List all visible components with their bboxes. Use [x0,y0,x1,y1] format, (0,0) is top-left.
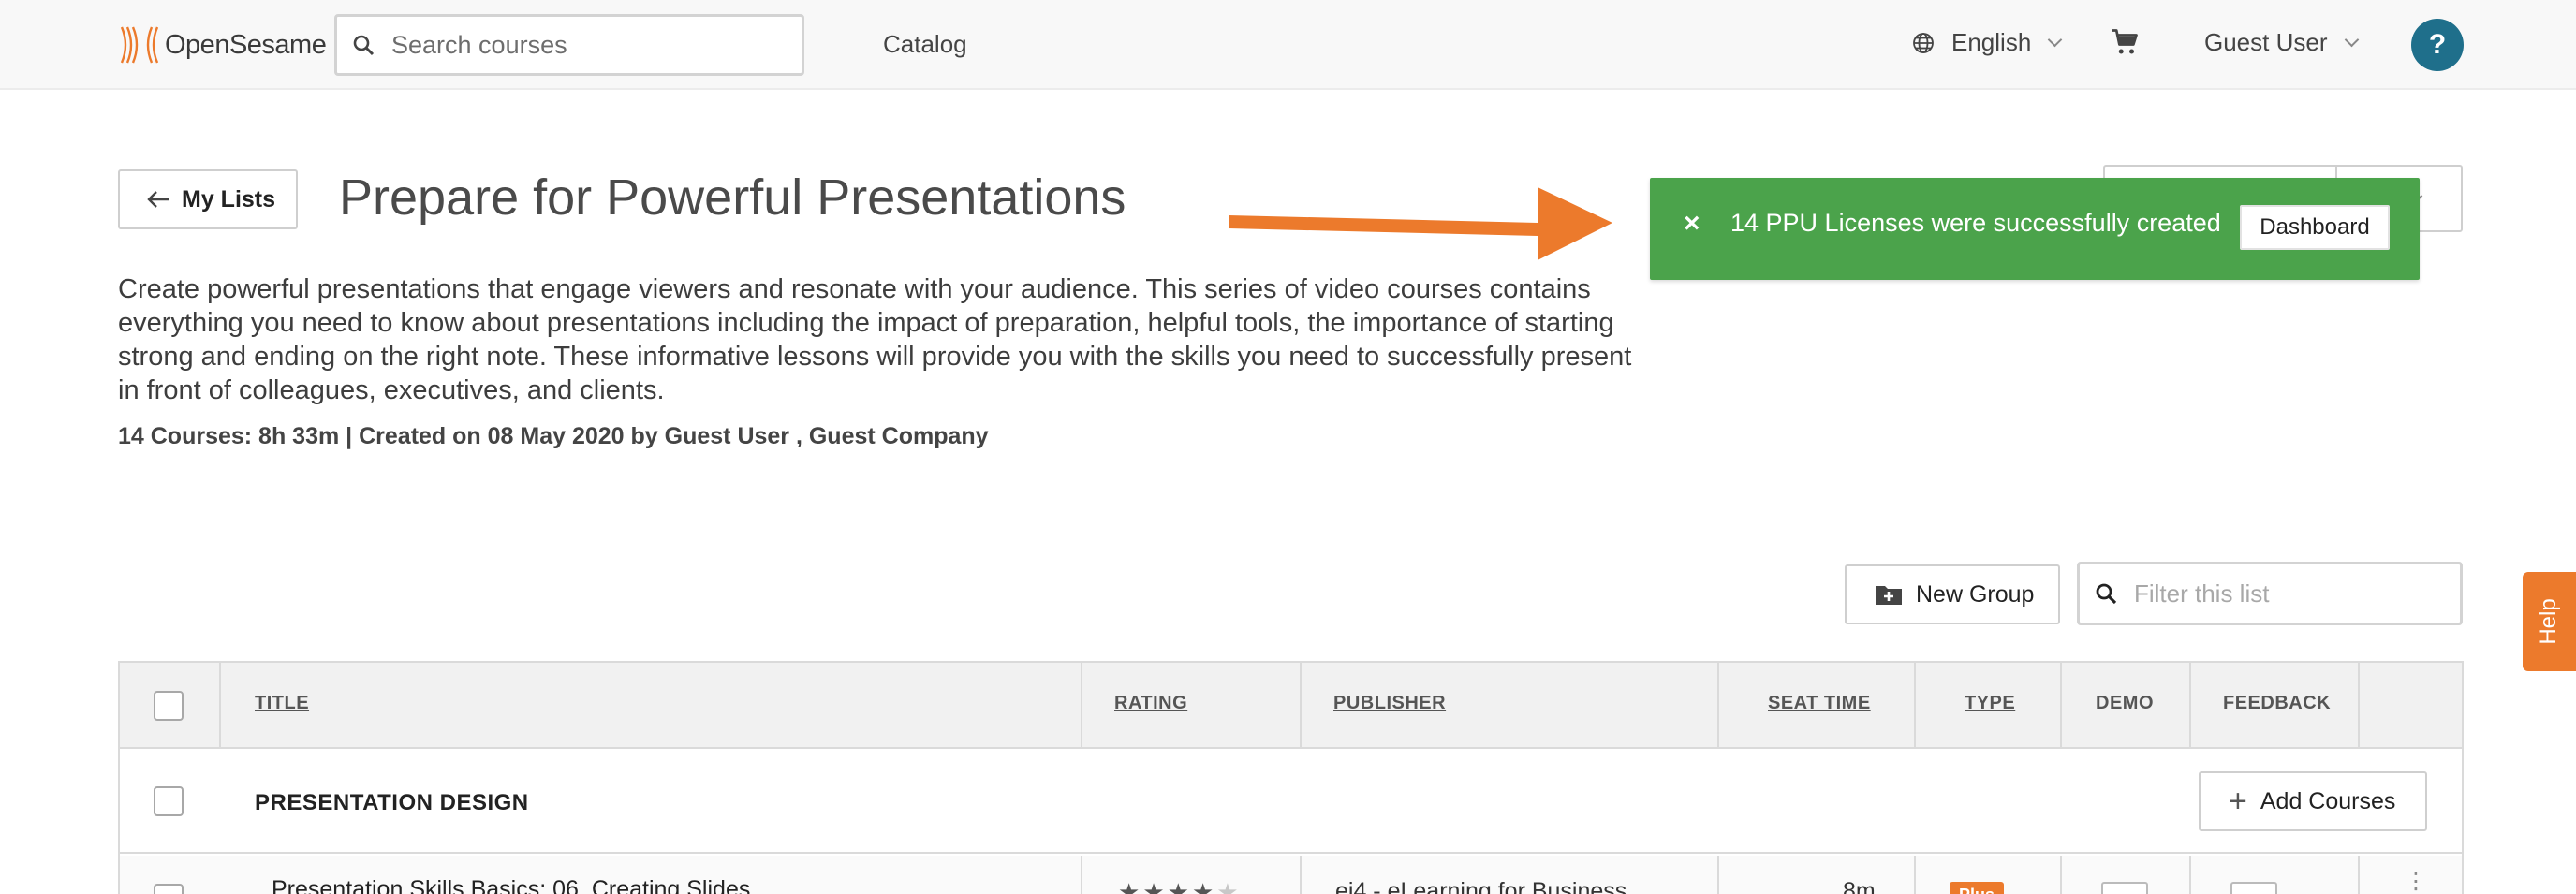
toast-message: 14 PPU Licenses were successfully create… [1730,209,2221,237]
column-title[interactable]: TITLE [255,693,309,714]
language-label: English [1951,28,2032,56]
type-badge: Plus [1950,882,2004,894]
star-filled-icon: ★ [1167,878,1192,894]
list-description: Create powerful presentations that engag… [118,274,1632,405]
chevron-down-icon [2344,32,2359,48]
group-name: PRESENTATION DESIGN [255,790,529,815]
user-name: Guest User [2204,28,2328,56]
new-group-button[interactable]: New Group [1845,564,2060,624]
back-to-my-lists-button[interactable]: My Lists [118,169,298,229]
dashboard-button[interactable]: Dashboard [2240,205,2390,250]
table-row[interactable]: Presentation Skills Basics: 06. Creating… [120,856,2462,894]
success-toast: × 14 PPU Licenses were successfully crea… [1650,178,2420,280]
column-divider [2060,856,2062,894]
logo-mark-icon [120,26,159,64]
course-title[interactable]: Presentation Skills Basics: 06. Creating… [272,876,750,894]
search-icon [353,35,375,56]
course-publisher: ej4 - eLearning for Business [1335,878,1627,894]
column-divider [219,663,221,749]
cart-icon[interactable] [2111,28,2139,56]
column-divider [1717,856,1719,894]
column-seat-time[interactable]: SEAT TIME [1768,693,1871,714]
column-divider [1081,856,1082,894]
column-rating[interactable]: RATING [1114,693,1187,714]
column-divider [1914,856,1916,894]
column-divider [1300,856,1302,894]
column-divider [2358,663,2360,749]
filter-box[interactable] [2077,562,2463,625]
filter-input[interactable] [2134,579,2434,608]
annotation-arrow-icon [1229,187,1612,260]
table-header: TITLE RATING PUBLISHER SEAT TIME TYPE DE… [120,663,2462,749]
column-divider [1081,663,1082,749]
feedback-icon[interactable] [2230,882,2277,894]
search-box[interactable] [334,14,804,76]
column-divider [1300,663,1302,749]
user-menu[interactable]: Guest User [2204,28,2359,57]
column-feedback: FEEDBACK [2223,693,2332,713]
plus-icon: + [2229,784,2247,819]
group-row: PRESENTATION DESIGN + Add Courses [120,751,2462,854]
column-divider [2060,663,2062,749]
language-selector[interactable]: English [1912,28,2063,57]
drag-handle-icon[interactable]: ⋮ ⋮ [2405,871,2427,894]
column-demo: DEMO [2096,693,2154,713]
column-divider [1717,663,1719,749]
back-button-label: My Lists [182,185,276,213]
page-title: Prepare for Powerful Presentations [339,169,1126,226]
course-seat-time: 8m [1843,878,1876,894]
column-divider [1914,663,1916,749]
row-checkbox[interactable] [154,884,184,894]
rating-stars: ★★★★★ [1118,878,1242,894]
logo-text: OpenSesame [165,29,327,60]
search-icon [2096,583,2117,605]
opensesame-logo[interactable]: OpenSesame [118,22,327,67]
select-all-checkbox[interactable] [154,691,184,721]
star-filled-icon: ★ [1191,878,1217,894]
catalog-link[interactable]: Catalog [883,30,967,59]
toast-close-icon[interactable]: × [1684,208,1700,240]
help-button[interactable]: ? [2411,19,2464,71]
top-header: OpenSesame Catalog English Guest User [0,0,2576,90]
star-filled-icon: ★ [1142,878,1168,894]
new-group-label: New Group [1916,580,2035,608]
globe-icon [1913,32,1934,53]
add-courses-label: Add Courses [2260,787,2396,814]
column-publisher[interactable]: PUBLISHER [1333,693,1446,714]
column-divider [2189,856,2191,894]
column-type[interactable]: TYPE [1965,693,2015,714]
arrow-left-icon [147,191,169,208]
star-filled-icon: ★ [1118,878,1143,894]
help-tab-label: Help [2536,598,2561,645]
list-meta: 14 Courses: 8h 33m | Created on 08 May 2… [118,423,989,449]
demo-play-icon[interactable] [2101,882,2148,894]
courses-table: TITLE RATING PUBLISHER SEAT TIME TYPE DE… [118,661,2464,894]
group-checkbox[interactable] [154,786,184,816]
search-input[interactable] [391,30,766,60]
help-side-tab[interactable]: Help [2523,572,2576,671]
folder-plus-icon [1876,586,1902,605]
star-empty-icon: ★ [1216,878,1242,894]
column-divider [2189,663,2191,749]
column-divider [2358,856,2360,894]
chevron-down-icon [2048,32,2063,48]
add-courses-button[interactable]: + Add Courses [2199,771,2427,831]
